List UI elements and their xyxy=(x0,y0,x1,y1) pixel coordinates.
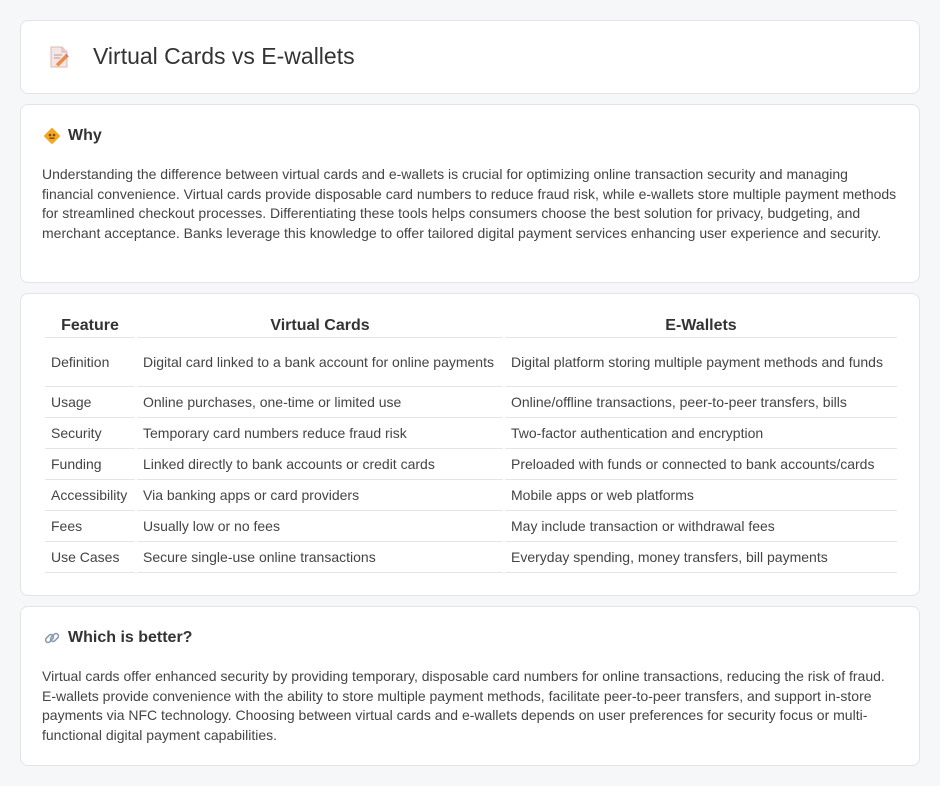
why-section: Why Understanding the difference between… xyxy=(20,104,920,283)
table-cell: Via banking apps or card providers xyxy=(137,480,503,511)
header-virtual-cards: Virtual Cards xyxy=(137,315,503,338)
better-heading: Which is better? xyxy=(43,629,192,647)
why-body: Understanding the difference between vir… xyxy=(42,166,897,241)
table-cell: Online/offline transactions, peer-to-pee… xyxy=(505,387,897,418)
table-row: Funding Linked directly to bank accounts… xyxy=(45,449,897,480)
table-row: Fees Usually low or no fees May include … xyxy=(45,511,897,542)
better-body: Virtual cards offer enhanced security by… xyxy=(42,668,885,743)
page-title: Virtual Cards vs E-wallets xyxy=(93,43,355,69)
why-title: Why xyxy=(68,127,102,144)
better-title: Which is better? xyxy=(68,629,193,646)
table-cell: Use Cases xyxy=(45,542,135,573)
table-cell: Security xyxy=(45,418,135,449)
table-cell: Preloaded with funds or connected to ban… xyxy=(505,449,897,480)
table-row: Definition Digital card linked to a bank… xyxy=(45,338,897,387)
table-cell: Everyday spending, money transfers, bill… xyxy=(505,542,897,573)
table-cell: Usually low or no fees xyxy=(137,511,503,542)
table-cell: Accessibility xyxy=(45,480,135,511)
pencil-document-icon xyxy=(47,44,71,70)
table-cell: Two-factor authentication and encryption xyxy=(505,418,897,449)
diamond-sign-icon xyxy=(43,127,61,145)
table-cell: Secure single-use online transactions xyxy=(137,542,503,573)
which-is-better-section: Which is better? Virtual cards offer enh… xyxy=(20,606,920,766)
title-row: Virtual Cards vs E-wallets xyxy=(47,43,355,70)
comparison-table-card: Feature Virtual Cards E-Wallets Definiti… xyxy=(20,293,920,596)
title-card: Virtual Cards vs E-wallets xyxy=(20,20,920,94)
table-cell: Digital card linked to a bank account fo… xyxy=(137,338,503,387)
table-cell: Usage xyxy=(45,387,135,418)
link-icon xyxy=(43,629,61,647)
table-cell: Funding xyxy=(45,449,135,480)
table-cell: Fees xyxy=(45,511,135,542)
table-row: Usage Online purchases, one-time or limi… xyxy=(45,387,897,418)
table-cell: Digital platform storing multiple paymen… xyxy=(505,338,897,387)
table-row: Use Cases Secure single-use online trans… xyxy=(45,542,897,573)
why-heading: Why xyxy=(43,127,102,145)
table-cell: Definition xyxy=(45,338,135,387)
comparison-table: Feature Virtual Cards E-Wallets Definiti… xyxy=(43,315,899,573)
table-cell: Online purchases, one-time or limited us… xyxy=(137,387,503,418)
table-cell: Linked directly to bank accounts or cred… xyxy=(137,449,503,480)
table-cell: May include transaction or withdrawal fe… xyxy=(505,511,897,542)
table-cell: Mobile apps or web platforms xyxy=(505,480,897,511)
header-feature: Feature xyxy=(45,315,135,338)
table-row: Security Temporary card numbers reduce f… xyxy=(45,418,897,449)
table-cell: Temporary card numbers reduce fraud risk xyxy=(137,418,503,449)
table-header-row: Feature Virtual Cards E-Wallets xyxy=(45,315,897,338)
table-row: Accessibility Via banking apps or card p… xyxy=(45,480,897,511)
header-e-wallets: E-Wallets xyxy=(505,315,897,338)
